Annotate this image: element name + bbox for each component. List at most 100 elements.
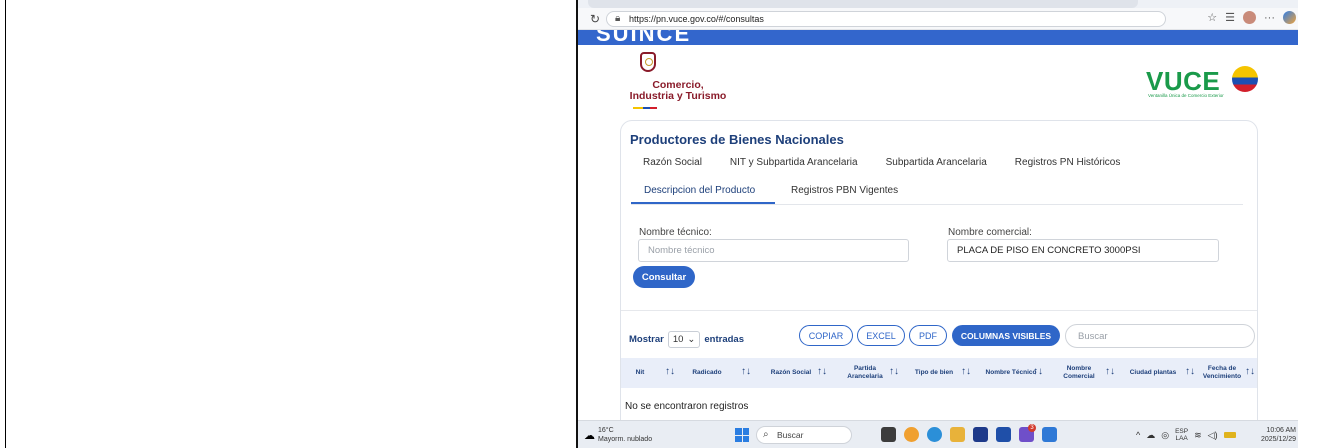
consultar-button[interactable]: Consultar	[633, 266, 695, 288]
vuce-globe-icon	[1232, 66, 1258, 92]
header-partial-text: SUINCE	[596, 30, 692, 45]
col-partida-arancelaria[interactable]: Partida Arancelaria	[843, 358, 887, 388]
browser-screenshot: ↻ 🔒︎ https://pn.vuce.gov.co/#/consultas …	[576, 0, 1298, 448]
nombre-tecnico-input[interactable]	[638, 239, 909, 262]
col-fecha-vencimiento[interactable]: Fecha de Vencimiento	[1201, 358, 1243, 388]
left-divider-line	[5, 0, 6, 448]
chevron-down-icon: ⌄	[687, 334, 696, 345]
temperature: 16°C	[598, 427, 614, 434]
clock-time: 10:06 AM	[1266, 427, 1296, 434]
sort-icon[interactable]: ↑↓	[1033, 366, 1043, 377]
weather-widget[interactable]: 16°C Mayorm. nublado	[598, 426, 652, 444]
entries-value: 10	[672, 334, 684, 345]
url-text: https://pn.vuce.gov.co/#/consultas	[629, 14, 764, 24]
tab-registros-vigentes[interactable]: Registros PBN Vigentes	[791, 185, 898, 196]
more-options-icon[interactable]: ···	[1264, 12, 1275, 24]
browser-tabstrip	[578, 0, 1298, 8]
notification-badge: 3	[1028, 424, 1036, 432]
sort-icon[interactable]: ↑↓	[1245, 366, 1255, 377]
card-title: Productores de Bienes Nacionales	[630, 132, 844, 147]
file-explorer-icon[interactable]	[950, 427, 965, 442]
flag-stripe	[633, 107, 657, 109]
sort-icon[interactable]: ↑↓	[961, 366, 971, 377]
tabs-row-1: Razón Social NIT y Subpartida Arancelari…	[643, 157, 1120, 168]
search-icon: ⌕	[763, 429, 769, 440]
entries-select[interactable]: 10 ⌄	[667, 331, 701, 348]
empty-table-message: No se encontraron registros	[625, 401, 749, 412]
ministry-line2: Industria y Turismo	[629, 90, 727, 102]
favorite-star-icon[interactable]: ☆	[1207, 11, 1217, 24]
tab-descripcion-producto[interactable]: Descripcion del Producto	[644, 185, 755, 196]
col-nombre-comercial[interactable]: Nombre Comercial	[1059, 358, 1099, 388]
table-header: Nit ↑↓ Radicado ↑↓ Razón Social ↑↓ Parti…	[621, 358, 1257, 388]
sort-icon[interactable]: ↑↓	[741, 366, 751, 377]
site-header-bar: SUINCE	[578, 30, 1298, 45]
mostrar-label: Mostrar	[629, 334, 664, 345]
volume-icon[interactable]: ◁)	[1208, 430, 1218, 441]
clock-date: 2025/12/29	[1260, 436, 1296, 443]
page: ↻ 🔒︎ https://pn.vuce.gov.co/#/consultas …	[0, 0, 1336, 448]
tab-subpartida[interactable]: Subpartida Arancelaria	[886, 157, 987, 168]
reload-icon[interactable]: ↻	[590, 12, 600, 26]
cloud-sync-icon[interactable]: ☁	[1146, 430, 1155, 441]
sort-icon[interactable]: ↑↓	[1105, 366, 1115, 377]
copiar-button[interactable]: COPIAR	[799, 325, 853, 346]
profile-avatar-icon[interactable]	[1243, 11, 1256, 24]
nombre-comercial-input[interactable]	[947, 239, 1219, 262]
ministry-logo[interactable]: Comercio, Industria y Turismo	[618, 80, 738, 102]
taskbar-apps: 3	[881, 424, 1057, 442]
col-nombre-tecnico[interactable]: Nombre Técnico	[981, 358, 1041, 388]
col-radicado[interactable]: Radicado	[685, 358, 729, 388]
lang-line2: LAA	[1175, 435, 1188, 442]
col-tipo-de-bien[interactable]: Tipo de bien	[909, 358, 959, 388]
teams-icon[interactable]: 3	[1019, 424, 1036, 442]
url-field[interactable]: 🔒︎ https://pn.vuce.gov.co/#/consultas	[606, 11, 1166, 27]
taskbar-search-label: Buscar	[777, 430, 804, 440]
browser-tab[interactable]	[588, 0, 1138, 8]
windows-start-icon[interactable]	[735, 428, 749, 442]
section-divider	[621, 310, 1257, 311]
excel-button[interactable]: EXCEL	[857, 325, 905, 346]
language-indicator[interactable]: ESP LAA	[1175, 428, 1188, 442]
entradas-label: entradas	[704, 334, 744, 345]
browser-toolbar-icons: ☆ ☰ ···	[1207, 11, 1296, 24]
active-tab-indicator	[631, 202, 775, 204]
app-icon[interactable]	[904, 427, 919, 442]
battery-icon[interactable]	[1223, 432, 1236, 438]
cloud-icon[interactable]: ☁	[584, 429, 595, 442]
app-icon[interactable]	[996, 427, 1011, 442]
nombre-comercial-label: Nombre comercial:	[948, 227, 1032, 238]
dropbox-icon[interactable]	[973, 427, 988, 442]
favorites-list-icon[interactable]: ☰	[1225, 11, 1235, 24]
coat-of-arms-icon	[640, 52, 656, 72]
lang-line1: ESP	[1175, 428, 1189, 435]
network-icon[interactable]: ◎	[1161, 430, 1169, 441]
sort-icon[interactable]: ↑↓	[817, 366, 827, 377]
columnas-visibles-button[interactable]: COLUMNAS VISIBLES	[952, 325, 1060, 346]
copilot-icon[interactable]	[1283, 11, 1296, 24]
edge-icon[interactable]	[927, 427, 942, 442]
col-razon-social[interactable]: Razón Social	[767, 358, 815, 388]
tab-nit-subpartida[interactable]: NIT y Subpartida Arancelaria	[730, 157, 858, 168]
sort-icon[interactable]: ↑↓	[665, 366, 675, 377]
taskbar-search[interactable]: ⌕ Buscar	[756, 426, 852, 444]
sort-icon[interactable]: ↑↓	[889, 366, 899, 377]
system-tray: ^ ☁ ◎ ESP LAA ≋ ◁)	[1136, 428, 1236, 442]
tab-razon-social[interactable]: Razón Social	[643, 157, 702, 168]
table-search-input[interactable]	[1065, 324, 1255, 348]
windows-taskbar: ☁ 16°C Mayorm. nublado ⌕ Buscar 3 ^ ☁ ◎ …	[578, 420, 1298, 448]
task-view-icon[interactable]	[881, 427, 896, 442]
lock-icon[interactable]: 🔒︎	[615, 13, 620, 24]
col-ciudad-plantas[interactable]: Ciudad plantas	[1123, 358, 1183, 388]
consulta-card: Productores de Bienes Nacionales Razón S…	[620, 120, 1258, 448]
address-bar: ↻ 🔒︎ https://pn.vuce.gov.co/#/consultas …	[578, 8, 1298, 30]
chevron-up-icon[interactable]: ^	[1136, 430, 1140, 440]
page-length-control: Mostrar 10 ⌄ entradas	[629, 331, 744, 348]
wifi-icon[interactable]: ≋	[1194, 430, 1202, 441]
clock[interactable]: 10:06 AM 2025/12/29	[1261, 426, 1296, 444]
outlook-icon[interactable]	[1042, 427, 1057, 442]
sort-icon[interactable]: ↑↓	[1185, 366, 1195, 377]
tab-registros-historicos[interactable]: Registros PN Históricos	[1015, 157, 1121, 168]
col-nit[interactable]: Nit	[627, 358, 653, 388]
pdf-button[interactable]: PDF	[909, 325, 947, 346]
